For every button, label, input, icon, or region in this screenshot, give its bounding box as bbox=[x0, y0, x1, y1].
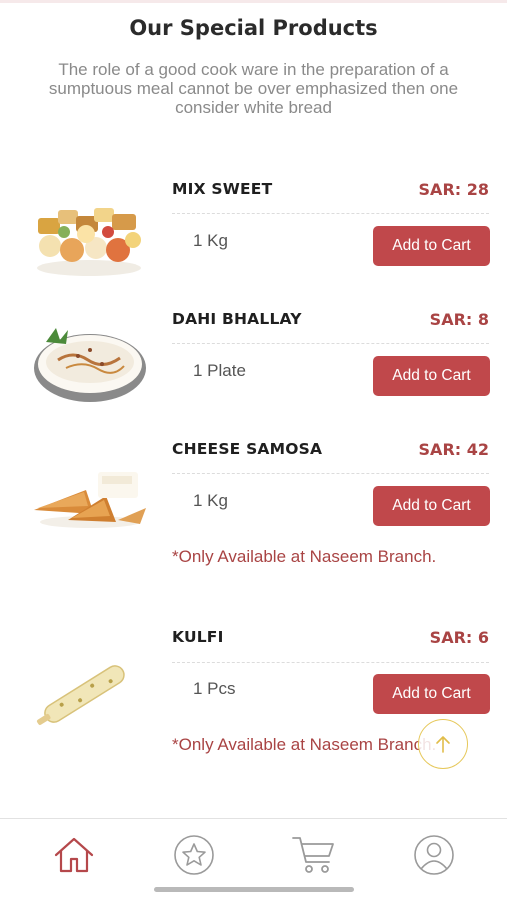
product-price: SAR: 42 bbox=[418, 440, 489, 459]
mixed-sweets-image[interactable] bbox=[28, 190, 150, 282]
page-subtitle: The role of a good cook ware in the prep… bbox=[48, 60, 459, 117]
top-accent-line bbox=[0, 0, 507, 3]
add-to-cart-button[interactable]: Add to Cart bbox=[373, 674, 490, 714]
product-card-mix-sweet: MIX SWEET SAR: 28 1 Kg Add to Cart bbox=[0, 170, 507, 280]
dahi-bhallay-bowl-image[interactable] bbox=[28, 320, 150, 412]
home-icon bbox=[52, 835, 96, 875]
product-card-cheese-samosa: CHEESE SAMOSA SAR: 42 1 Kg Add to Cart *… bbox=[0, 430, 507, 600]
product-unit: 1 Kg bbox=[193, 491, 228, 510]
samosa-image[interactable] bbox=[28, 450, 150, 542]
page-title: Our Special Products bbox=[129, 16, 378, 40]
availability-note: *Only Available at Naseem Branch. bbox=[172, 735, 437, 754]
nav-favorites[interactable] bbox=[170, 831, 218, 879]
divider bbox=[172, 213, 489, 214]
nav-home[interactable] bbox=[50, 831, 98, 879]
product-unit: 1 Kg bbox=[193, 231, 228, 250]
kulfi-stick-image[interactable] bbox=[28, 644, 150, 736]
product-card-kulfi: KULFI SAR: 6 1 Pcs Add to Cart *Only Ava… bbox=[0, 618, 507, 798]
product-price: SAR: 8 bbox=[429, 310, 489, 329]
product-name: KULFI bbox=[172, 628, 224, 646]
product-unit: 1 Plate bbox=[193, 361, 246, 380]
divider bbox=[172, 473, 489, 474]
scroll-to-top-button[interactable] bbox=[418, 719, 468, 769]
product-card-dahi-bhallay: DAHI BHALLAY SAR: 8 1 Plate Add to Cart bbox=[0, 300, 507, 410]
nav-profile[interactable] bbox=[410, 831, 458, 879]
product-price: SAR: 6 bbox=[429, 628, 489, 647]
star-icon bbox=[172, 833, 216, 877]
add-to-cart-button[interactable]: Add to Cart bbox=[373, 226, 490, 266]
add-to-cart-button[interactable]: Add to Cart bbox=[373, 486, 490, 526]
divider bbox=[172, 662, 489, 663]
home-indicator-bar bbox=[154, 887, 354, 892]
availability-note: *Only Available at Naseem Branch. bbox=[172, 547, 437, 566]
cart-icon bbox=[291, 834, 337, 876]
product-name: CHEESE SAMOSA bbox=[172, 440, 323, 458]
product-name: MIX SWEET bbox=[172, 180, 273, 198]
product-unit: 1 Pcs bbox=[193, 679, 236, 698]
user-icon bbox=[412, 833, 456, 877]
nav-cart[interactable] bbox=[290, 831, 338, 879]
product-price: SAR: 28 bbox=[418, 180, 489, 199]
divider bbox=[172, 343, 489, 344]
arrow-up-icon bbox=[434, 734, 452, 754]
product-name: DAHI BHALLAY bbox=[172, 310, 302, 328]
add-to-cart-button[interactable]: Add to Cart bbox=[373, 356, 490, 396]
